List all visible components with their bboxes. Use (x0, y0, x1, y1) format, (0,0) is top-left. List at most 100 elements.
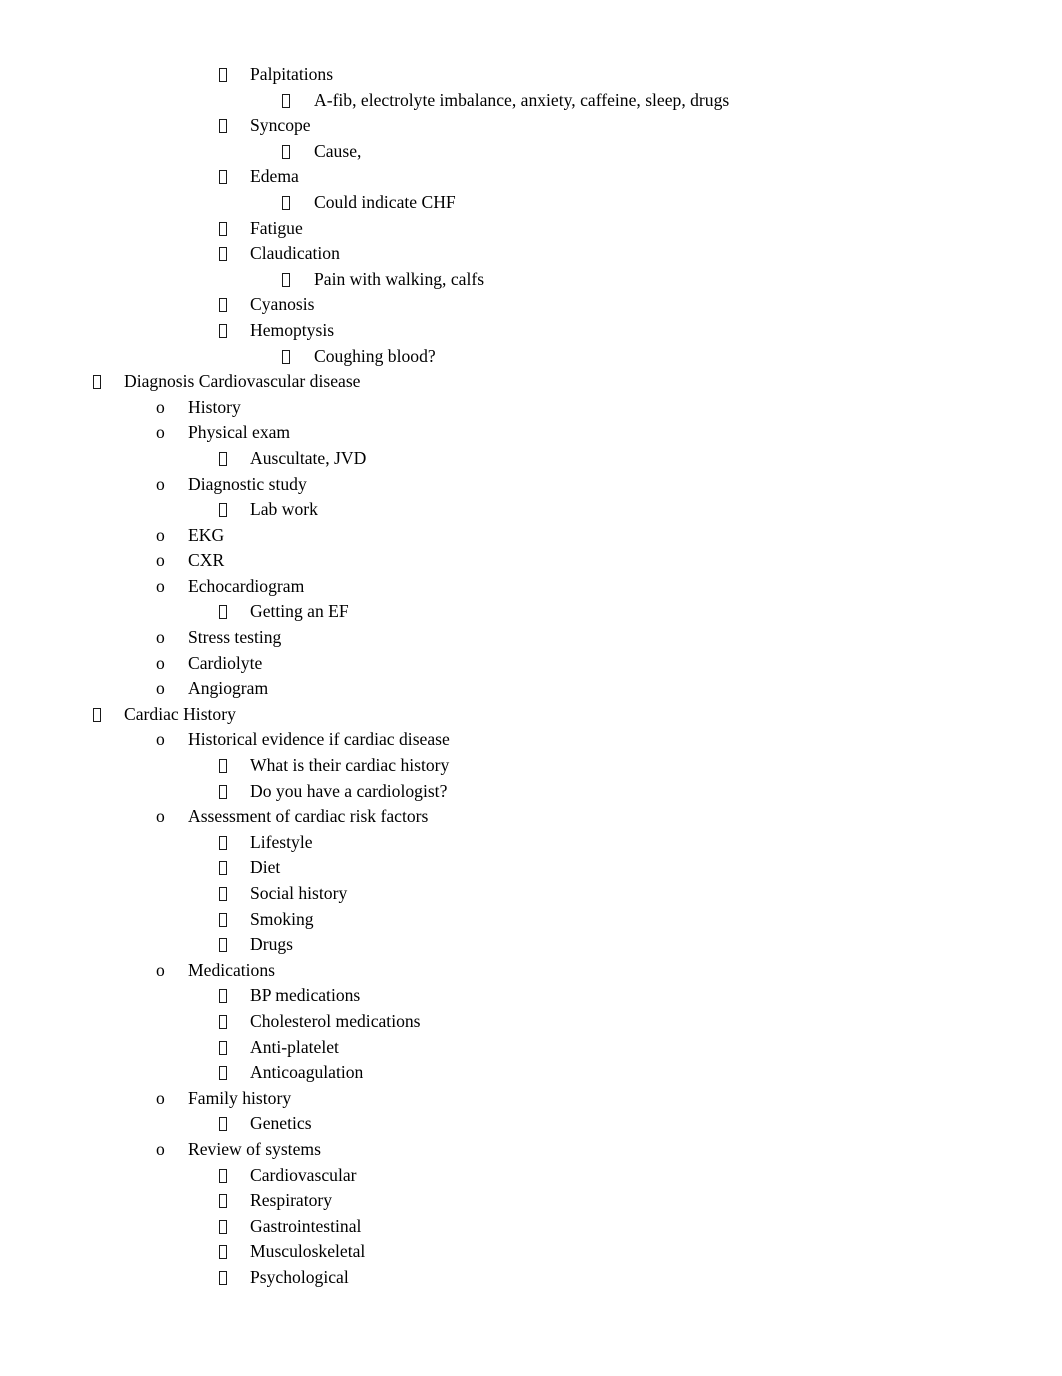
outline-item-label: Assessment of cardiac risk factors (188, 806, 429, 827)
outline-item: Cyanosis (0, 292, 1062, 318)
outline-item-label: CXR (188, 550, 225, 571)
bullet-tofu-icon (282, 344, 290, 370)
outline-item: A-fib, electrolyte imbalance, anxiety, c… (0, 88, 1062, 114)
outline-item-label: BP medications (250, 985, 361, 1006)
outline-item-label: Genetics (250, 1113, 312, 1134)
outline-item-label: Smoking (250, 908, 314, 929)
bullet-o-marker: o (156, 652, 165, 673)
outline-item: o CXR (0, 548, 1062, 574)
missing-glyph-box-icon (219, 759, 227, 774)
document-page: Palpitations A-fib, electrolyte imbalance… (0, 0, 1062, 1376)
outline-item-label: Angiogram (188, 678, 269, 699)
missing-glyph-box-icon (219, 1194, 227, 1209)
outline-item-label: Diagnosis Cardiovascular disease (124, 371, 361, 392)
outline-item: Hemoptysis (0, 318, 1062, 344)
bullet-tofu-icon (219, 497, 227, 523)
outline-item-label: Gastrointestinal (250, 1215, 362, 1236)
bullet-tofu-icon (219, 599, 227, 625)
bullet-o-marker: o (156, 575, 165, 596)
outline-item-label: Could indicate CHF (314, 191, 456, 212)
outline-item: BP medications (0, 983, 1062, 1009)
outline-item-label: Getting an EF (250, 601, 349, 622)
outline-item: Edema (0, 164, 1062, 190)
bullet-o-marker: o (156, 550, 165, 571)
bullet-o-marker: o (156, 806, 165, 827)
outline-item-label: Cardiovascular (250, 1164, 357, 1185)
outline-item: o Assessment of cardiac risk factors (0, 804, 1062, 830)
bullet-tofu-icon (219, 983, 227, 1009)
bullet-o-marker: o (156, 959, 165, 980)
missing-glyph-box-icon (93, 707, 101, 722)
outline-item: What is their cardiac history (0, 753, 1062, 779)
outline-item-label: Echocardiogram (188, 575, 305, 596)
outline-item-label: Edema (250, 166, 299, 187)
bullet-tofu-icon (219, 113, 227, 139)
missing-glyph-box-icon (93, 375, 101, 390)
outline-item-label: Diagnostic study (188, 473, 307, 494)
missing-glyph-box-icon (219, 1270, 227, 1285)
outline-item-label: Anticoagulation (250, 1062, 364, 1083)
bullet-tofu-icon (282, 190, 290, 216)
outline-item-label: History (188, 396, 241, 417)
bullet-tofu-icon (219, 1060, 227, 1086)
bullet-tofu-icon (219, 932, 227, 958)
missing-glyph-box-icon (282, 93, 290, 108)
outline-item-label: Cyanosis (250, 294, 315, 315)
outline-item-label: Social history (250, 883, 348, 903)
outline-item-label: Syncope (250, 115, 311, 136)
missing-glyph-box-icon (219, 221, 227, 236)
missing-glyph-box-icon (219, 247, 227, 262)
bullet-tofu-icon (219, 1265, 227, 1291)
outline-item-label: Respiratory (250, 1190, 333, 1211)
missing-glyph-box-icon (282, 195, 290, 210)
bullet-tofu-icon (219, 1163, 227, 1189)
outline-item-label: Physical exam (188, 422, 291, 443)
outline-item: Social history (0, 881, 1062, 907)
bullet-tofu-icon (219, 446, 227, 472)
outline-item-label: Review of systems (188, 1138, 321, 1159)
bullet-tofu-icon (93, 369, 101, 395)
outline-item: Lab work (0, 497, 1062, 523)
missing-glyph-box-icon (219, 861, 227, 876)
outline-item-label: Fatigue (250, 217, 303, 238)
outline-item-label: Lab work (250, 499, 318, 520)
missing-glyph-box-icon (219, 503, 227, 518)
outline-item: Palpitations (0, 62, 1062, 88)
outline-item: Syncope (0, 113, 1062, 139)
missing-glyph-box-icon (219, 1066, 227, 1081)
bullet-tofu-icon (219, 318, 227, 344)
outline-item: Cholesterol medications (0, 1009, 1062, 1035)
outline-item: Do you have a cardiologist? (0, 779, 1062, 805)
bullet-tofu-icon (219, 1239, 227, 1265)
bullet-o-marker: o (156, 627, 165, 648)
bullet-tofu-icon (219, 1188, 227, 1214)
bullet-o-marker: o (156, 422, 165, 443)
bullet-o-marker: o (156, 396, 165, 417)
bullet-tofu-icon (219, 855, 227, 881)
outline-item-label: What is their cardiac history (250, 755, 450, 776)
outline-item: o Family history (0, 1086, 1062, 1112)
outline-item-label: Pain with walking, calfs (314, 268, 485, 289)
missing-glyph-box-icon (219, 1245, 227, 1260)
bullet-tofu-icon (219, 1214, 227, 1240)
outline-item: Coughing blood? (0, 344, 1062, 370)
missing-glyph-box-icon (282, 349, 290, 364)
outline-item-label: Anti-platelet (250, 1036, 339, 1057)
bullet-tofu-icon (219, 1035, 227, 1061)
outline-item-label: Coughing blood? (314, 345, 436, 366)
bullet-tofu-icon (219, 779, 227, 805)
outline-item-label: Cause, (314, 140, 362, 161)
outline-item: o Diagnostic study (0, 472, 1062, 498)
bullet-tofu-icon (219, 62, 227, 88)
outline-item: Gastrointestinal (0, 1214, 1062, 1240)
outline-item: Genetics (0, 1111, 1062, 1137)
bullet-tofu-icon (282, 88, 290, 114)
bullet-o-marker: o (156, 524, 165, 545)
bullet-o-marker: o (156, 678, 165, 699)
outline-item: Cardiac History (0, 702, 1062, 728)
outline-item: Auscultate, JVD (0, 446, 1062, 472)
outline-item: Diagnosis Cardiovascular disease (0, 369, 1062, 395)
outline-item: o Medications (0, 958, 1062, 984)
bullet-tofu-icon (219, 164, 227, 190)
outline-item-label: Hemoptysis (250, 319, 335, 340)
